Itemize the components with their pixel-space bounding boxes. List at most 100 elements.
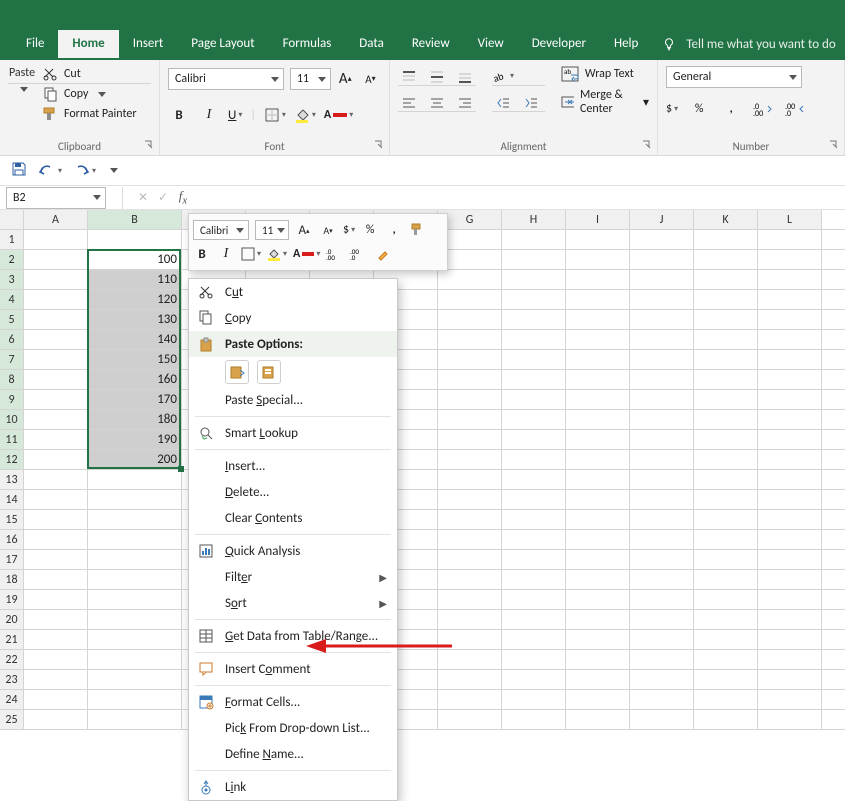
cell-J13[interactable] (630, 470, 694, 489)
align-top-button[interactable] (398, 66, 420, 88)
cell-H24[interactable] (502, 690, 566, 709)
cell-G12[interactable] (438, 450, 502, 469)
cell-A23[interactable] (24, 670, 88, 689)
cell-G21[interactable] (438, 630, 502, 649)
cell-H13[interactable] (502, 470, 566, 489)
fill-color-button[interactable]: ▾ (294, 107, 316, 123)
row-header-16[interactable]: 16 (0, 530, 24, 549)
cell-K7[interactable] (694, 350, 758, 369)
cell-G17[interactable] (438, 550, 502, 569)
cell-L3[interactable] (758, 270, 822, 289)
cell-L19[interactable] (758, 590, 822, 609)
cell-G4[interactable] (438, 290, 502, 309)
cell-I4[interactable] (566, 290, 630, 309)
cell-J23[interactable] (630, 670, 694, 689)
cell-B24[interactable] (88, 690, 182, 709)
cell-A24[interactable] (24, 690, 88, 709)
borders-button[interactable]: ▾ (264, 107, 286, 123)
align-left-button[interactable] (398, 92, 420, 114)
row-header-20[interactable]: 20 (0, 610, 24, 629)
cell-H18[interactable] (502, 570, 566, 589)
cell-A2[interactable] (24, 250, 88, 269)
cell-B1[interactable] (88, 230, 182, 249)
ctx-sort[interactable]: Sort▶ (189, 590, 397, 616)
cell-L18[interactable] (758, 570, 822, 589)
percent-button[interactable]: % (688, 98, 710, 120)
cell-I18[interactable] (566, 570, 630, 589)
cell-J21[interactable] (630, 630, 694, 649)
cell-K10[interactable] (694, 410, 758, 429)
cell-I12[interactable] (566, 450, 630, 469)
cell-I14[interactable] (566, 490, 630, 509)
insert-function-button[interactable]: fx (173, 188, 193, 207)
tab-page-layout[interactable]: Page Layout (177, 30, 268, 58)
tellme-label[interactable]: Tell me what you want to do (686, 37, 835, 52)
tab-formulas[interactable]: Formulas (269, 30, 346, 58)
clipboard-launcher-icon[interactable] (142, 138, 156, 152)
cell-H21[interactable] (502, 630, 566, 649)
ctx-comment[interactable]: Insert Comment (189, 656, 397, 682)
cell-G7[interactable] (438, 350, 502, 369)
cell-H9[interactable] (502, 390, 566, 409)
cell-J17[interactable] (630, 550, 694, 569)
cell-L6[interactable] (758, 330, 822, 349)
cell-B7[interactable]: 150 (88, 350, 182, 369)
tab-view[interactable]: View (464, 30, 518, 58)
tab-review[interactable]: Review (398, 30, 464, 58)
cell-K12[interactable] (694, 450, 758, 469)
mini-percent-button[interactable]: % (361, 221, 379, 239)
cell-G20[interactable] (438, 610, 502, 629)
cell-K16[interactable] (694, 530, 758, 549)
cell-G14[interactable] (438, 490, 502, 509)
cell-A3[interactable] (24, 270, 88, 289)
comma-button[interactable]: , (720, 98, 742, 120)
cell-B20[interactable] (88, 610, 182, 629)
cell-L20[interactable] (758, 610, 822, 629)
cell-K19[interactable] (694, 590, 758, 609)
cell-G10[interactable] (438, 410, 502, 429)
cell-K24[interactable] (694, 690, 758, 709)
mini-bold-button[interactable]: B (193, 245, 211, 263)
cell-L8[interactable] (758, 370, 822, 389)
ctx-cut[interactable]: Cut (189, 279, 397, 305)
cell-J14[interactable] (630, 490, 694, 509)
cell-B8[interactable]: 160 (88, 370, 182, 389)
ctx-clear[interactable]: Clear Contents (189, 505, 397, 531)
name-box[interactable]: B2 (6, 187, 106, 209)
cell-L10[interactable] (758, 410, 822, 429)
number-launcher-icon[interactable] (827, 138, 841, 152)
cell-L17[interactable] (758, 550, 822, 569)
cell-K5[interactable] (694, 310, 758, 329)
cell-H14[interactable] (502, 490, 566, 509)
cell-A21[interactable] (24, 630, 88, 649)
cell-J25[interactable] (630, 710, 694, 729)
row-header-6[interactable]: 6 (0, 330, 24, 349)
cell-B18[interactable] (88, 570, 182, 589)
cell-K17[interactable] (694, 550, 758, 569)
cell-I10[interactable] (566, 410, 630, 429)
cell-B11[interactable]: 190 (88, 430, 182, 449)
cell-A5[interactable] (24, 310, 88, 329)
cell-B14[interactable] (88, 490, 182, 509)
row-header-10[interactable]: 10 (0, 410, 24, 429)
cell-K6[interactable] (694, 330, 758, 349)
row-header-25[interactable]: 25 (0, 710, 24, 729)
col-header-H[interactable]: H (502, 210, 566, 229)
ctx-quick-analysis[interactable]: Quick Analysis (189, 538, 397, 564)
cell-J11[interactable] (630, 430, 694, 449)
cell-B9[interactable]: 170 (88, 390, 182, 409)
cell-H25[interactable] (502, 710, 566, 729)
cell-I11[interactable] (566, 430, 630, 449)
cell-H5[interactable] (502, 310, 566, 329)
mini-dec-decimal-button[interactable]: .00.0 (350, 245, 368, 263)
cell-J7[interactable] (630, 350, 694, 369)
cell-K2[interactable] (694, 250, 758, 269)
cell-I25[interactable] (566, 710, 630, 729)
cell-K15[interactable] (694, 510, 758, 529)
cell-I8[interactable] (566, 370, 630, 389)
cell-J4[interactable] (630, 290, 694, 309)
col-header-J[interactable]: J (630, 210, 694, 229)
cell-A6[interactable] (24, 330, 88, 349)
cell-G19[interactable] (438, 590, 502, 609)
cell-A25[interactable] (24, 710, 88, 729)
